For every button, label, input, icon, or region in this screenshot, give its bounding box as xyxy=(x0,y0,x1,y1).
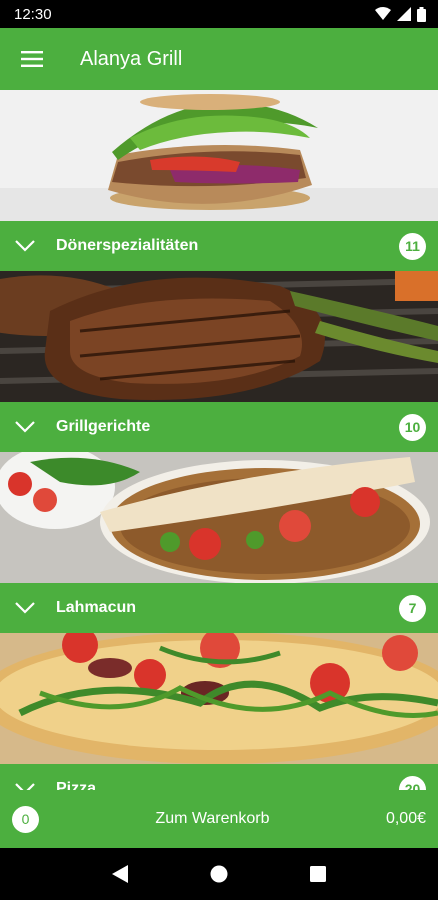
category-list[interactable]: Dönerspezialitäten 11 Grillgerichte 10 L… xyxy=(0,90,438,790)
menu-button[interactable] xyxy=(0,28,64,90)
chevron-down-icon[interactable] xyxy=(0,402,50,452)
back-icon xyxy=(111,865,128,883)
category-row-doener[interactable]: Dönerspezialitäten 11 xyxy=(0,221,438,271)
recents-icon xyxy=(310,866,327,882)
signal-icon xyxy=(397,7,411,21)
cart-total: 0,00€ xyxy=(385,810,426,827)
category-name: Dönerspezialitäten xyxy=(56,237,199,254)
category-image-doener[interactable] xyxy=(0,90,438,221)
menu-icon xyxy=(21,51,43,67)
chevron-down-icon[interactable] xyxy=(0,221,50,271)
category-name: Lahmacun xyxy=(56,599,137,616)
category-row-pizza[interactable]: Pizza 20 xyxy=(0,764,438,790)
system-nav-bar xyxy=(0,848,438,900)
cart-bar[interactable]: 0 Zum Warenkorb 0,00€ xyxy=(0,790,438,848)
home-icon xyxy=(210,865,228,883)
category-row-lahmacun[interactable]: Lahmacun 7 xyxy=(0,583,438,633)
category-row-grill[interactable]: Grillgerichte 10 xyxy=(0,402,438,452)
category-image-lahmacun[interactable] xyxy=(0,452,438,583)
doener-photo xyxy=(0,90,438,221)
cart-count-badge: 0 xyxy=(12,805,39,833)
app-title: Alanya Grill xyxy=(80,47,183,70)
category-image-grill[interactable] xyxy=(0,271,438,402)
chevron-down-icon[interactable] xyxy=(0,764,50,790)
category-name: Pizza xyxy=(56,780,97,790)
category-count-badge: 7 xyxy=(399,594,426,622)
status-time: 12:30 xyxy=(14,5,52,23)
grill-photo xyxy=(0,271,438,402)
app-bar: Alanya Grill xyxy=(0,28,438,90)
status-bar: 12:30 xyxy=(0,0,438,28)
home-button[interactable] xyxy=(199,854,239,894)
lahmacun-photo xyxy=(0,452,438,583)
wifi-icon xyxy=(375,7,391,20)
category-count-badge: 20 xyxy=(399,775,426,790)
status-icons xyxy=(375,6,426,22)
category-image-pizza[interactable] xyxy=(0,633,438,764)
cart-button-label[interactable]: Zum Warenkorb xyxy=(39,810,386,828)
category-count-badge: 11 xyxy=(399,232,426,260)
pizza-photo xyxy=(0,633,438,764)
back-button[interactable] xyxy=(100,854,140,894)
recents-button[interactable] xyxy=(298,854,338,894)
category-count-badge: 10 xyxy=(399,413,426,441)
category-name: Grillgerichte xyxy=(56,418,151,435)
chevron-down-icon[interactable] xyxy=(0,583,50,633)
battery-icon xyxy=(417,6,426,22)
